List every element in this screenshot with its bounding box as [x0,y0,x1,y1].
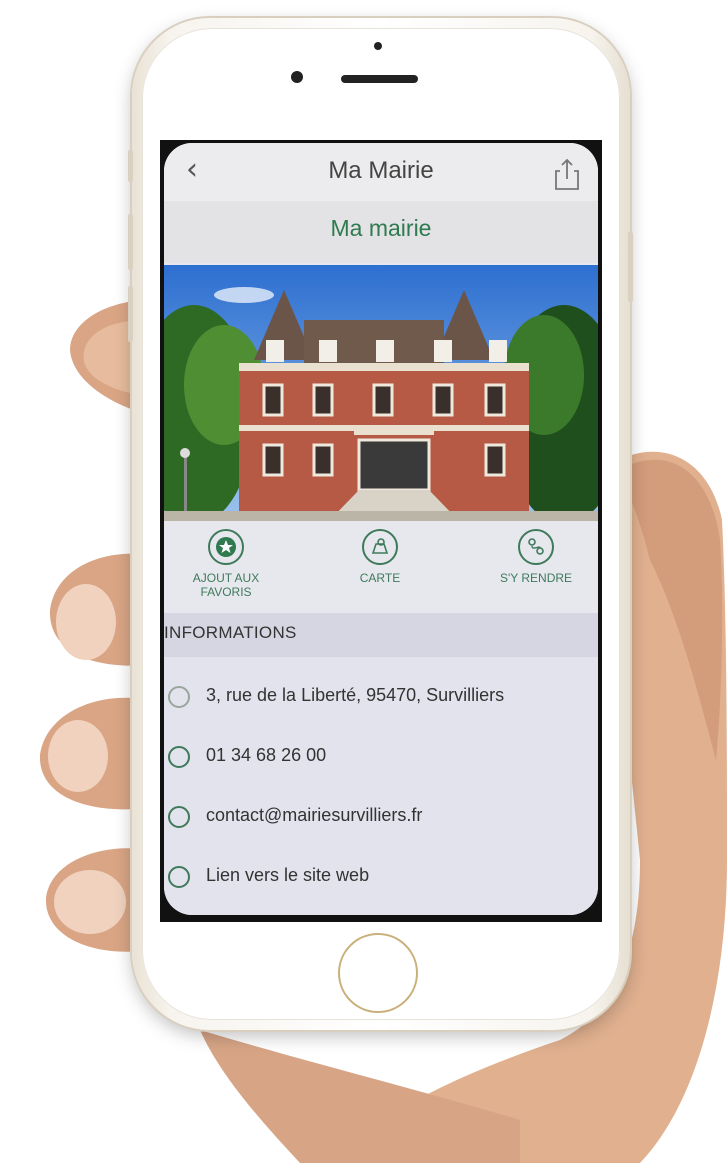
address-text: 3, rue de la Liberté, 95470, Survilliers [206,685,505,705]
phone-text: 01 34 68 26 00 [206,745,327,765]
website-row[interactable]: Lien vers le site web [164,857,598,897]
town-hall-photo [164,265,598,521]
action-bar: AJOUT AUX FAVORIS CARTE S'Y RENDRE [164,521,598,613]
email-text: contact@mairiesurvilliers.fr [206,805,423,825]
proximity-sensor [374,42,382,50]
volume-down-button [128,286,133,342]
front-camera [291,71,303,83]
website-link[interactable]: Lien vers le site web [206,865,369,886]
navigation-bar: ‹ Ma Mairie [164,143,598,202]
star-icon [208,529,244,565]
volume-button [128,150,133,182]
section-header: Ma mairie [164,201,598,263]
directions-icon [518,529,554,565]
directions-button[interactable]: S'Y RENDRE [490,529,582,585]
section-title: Ma mairie [330,215,432,241]
directions-label: S'Y RENDRE [499,571,573,585]
location-icon [168,686,190,708]
link-icon [168,866,190,888]
favorite-button[interactable]: AJOUT AUX FAVORIS [178,529,274,599]
power-button [628,232,633,302]
email-row[interactable]: contact@mairiesurvilliers.fr [164,797,598,837]
page-title: Ma Mairie [328,157,434,184]
app-screen: ‹ Ma Mairie Ma mairie AJOUT AUX FAVORIS … [164,143,598,915]
volume-up-button [128,214,133,270]
favorite-label: AJOUT AUX FAVORIS [192,571,260,599]
address-row[interactable]: 3, rue de la Liberté, 95470, Survilliers [164,677,598,717]
info-section-header: INFORMATIONS [164,613,598,657]
at-icon [168,806,190,828]
map-icon [362,529,398,565]
info-list: 3, rue de la Liberté, 95470, Survilliers… [164,657,598,915]
home-button[interactable] [338,933,418,1013]
phone-row[interactable]: 01 34 68 26 00 [164,737,598,777]
phone-icon [168,746,190,768]
share-icon[interactable] [554,157,580,191]
map-button[interactable]: CARTE [350,529,410,585]
map-label: CARTE [359,571,401,585]
earpiece-speaker [341,75,418,83]
info-title: INFORMATIONS [164,623,297,642]
